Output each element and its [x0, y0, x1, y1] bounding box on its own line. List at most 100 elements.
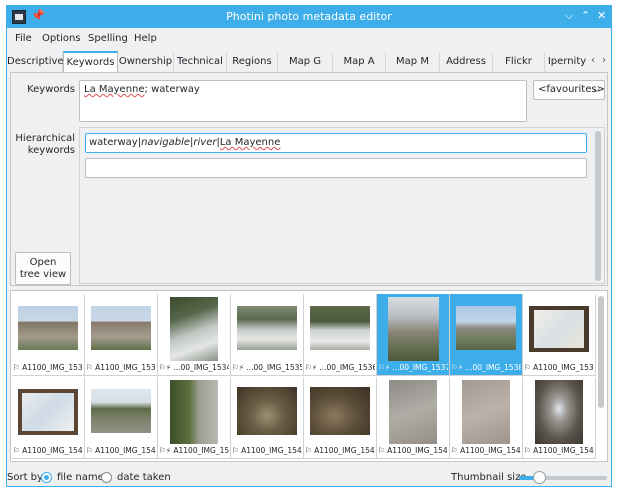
open-tree-view-button[interactable]: Open tree view — [15, 252, 71, 285]
thumbnail-size-label: Thumbnail size — [451, 472, 527, 483]
thumbnail-image — [456, 306, 516, 350]
title-bar[interactable]: 📌 Photini photo metadata editor ⌵ ⌃ ✕ — [7, 6, 611, 28]
tab-technical[interactable]: Technical — [174, 52, 227, 73]
menu-spelling[interactable]: Spelling — [88, 33, 128, 44]
keywords-input[interactable]: La Mayenne; waterway — [79, 80, 527, 122]
thumbnail[interactable]: ⚐⚡ ...00_IMG_1534 — [158, 294, 231, 376]
thumbnail-image — [535, 380, 583, 444]
tab-descriptive[interactable]: Descriptive — [7, 52, 64, 73]
minimize-icon[interactable]: ⌵ — [565, 9, 573, 23]
thumbnail-image — [389, 380, 437, 444]
tab-address[interactable]: Address — [440, 52, 493, 73]
thumbnail[interactable]: ⚐ A1100_IMG_1544 — [304, 377, 377, 459]
thumbnail-size-slider-handle[interactable] — [533, 471, 546, 484]
thumbnail[interactable]: ⚐⚡ A1100_IMG_1542 — [158, 377, 231, 459]
hierarchical-keywords-area: waterway|navigable|river|La Mayenne — [79, 127, 605, 284]
thumbnail-selected[interactable]: ⚐⚡ ...00_IMG_1538 — [450, 294, 523, 376]
thumbnail[interactable]: ⚐ A1100_IMG_1545 — [377, 377, 450, 459]
hierarchical-scrollbar[interactable] — [595, 131, 601, 281]
thumbnail-image — [237, 387, 297, 435]
thumbnail-caption: ⚐ A1100_IMG_1546 — [451, 446, 521, 455]
hk-part-river: river — [193, 137, 217, 148]
tab-scroll-right-icon[interactable]: › — [602, 55, 606, 66]
menu-file[interactable]: File — [15, 33, 32, 44]
hierarchical-label-2: keywords — [27, 145, 75, 156]
sort-date-taken-label[interactable]: date taken — [117, 472, 171, 483]
status-bar: Sort by file name date taken Thumbnail s… — [7, 466, 611, 488]
thumbnail[interactable]: ⚐⚡ ...00_IMG_1535 — [231, 294, 304, 376]
thumbnail-caption: ⚐ A1100_IMG_1541 — [86, 446, 156, 455]
hierarchical-keyword-input-1[interactable]: waterway|navigable|river|La Mayenne — [85, 133, 587, 153]
sort-date-taken-radio[interactable] — [101, 472, 112, 483]
thumbnail[interactable]: ⚐ A1100_IMG_1533 — [85, 294, 158, 376]
thumbnail[interactable]: ⚐ A1100_IMG_1539 — [523, 294, 596, 376]
thumbnail-caption: ⚐ A1100_IMG_1539 — [524, 363, 594, 372]
menu-help[interactable]: Help — [134, 33, 157, 44]
thumbnail-image — [18, 389, 78, 435]
hk-part-la-mayenne: La Mayenne — [219, 137, 281, 148]
main-window: 📌 Photini photo metadata editor ⌵ ⌃ ✕ Fi… — [6, 5, 612, 487]
thumbnail-image — [462, 380, 510, 444]
thumbnail-caption: ⚐ A1100_IMG_1532 — [13, 363, 83, 372]
thumbnail-caption: ⚐ A1100_IMG_1545 — [378, 446, 448, 455]
thumbnail[interactable]: ⚐ A1100_IMG_1532 — [12, 294, 85, 376]
thumbnail-caption: ⚐⚡ ...00_IMG_1534 — [159, 363, 229, 372]
open-tree-view-label-1: Open — [29, 257, 57, 268]
thumbnail-caption: ⚐⚡ A1100_IMG_1542 — [159, 446, 229, 455]
window-title: Photini photo metadata editor — [226, 10, 392, 23]
thumbnail-caption: ⚐ A1100_IMG_1540 — [13, 446, 83, 455]
thumbnail[interactable]: ⚐ A1100_IMG_1546 — [450, 377, 523, 459]
chevron-down-icon: ⌵ — [592, 84, 600, 95]
hk-part-navigable: navigable — [141, 137, 191, 148]
close-icon[interactable]: ✕ — [597, 9, 606, 22]
thumbnail-grid: ⚐ A1100_IMG_1532 ⚐ A1100_IMG_1533 ⚐⚡ ...… — [10, 290, 608, 462]
thumbnail-scrollbar[interactable] — [598, 296, 604, 408]
thumbnail[interactable]: ⚐ A1100_IMG_1541 — [85, 377, 158, 459]
sort-file-name-radio[interactable] — [41, 472, 52, 483]
tab-map-m[interactable]: Map M — [386, 52, 440, 73]
tab-flickr[interactable]: Flickr — [493, 52, 545, 73]
tab-map-a[interactable]: Map A — [333, 52, 386, 73]
thumbnail-caption: ⚐⚡ ...00_IMG_1536 — [305, 363, 375, 372]
thumbnail-caption: ⚐ A1100_IMG_1533 — [86, 363, 156, 372]
maximize-icon[interactable]: ⌃ — [581, 9, 590, 22]
keywords-label: Keywords — [27, 84, 75, 95]
thumbnail-image — [388, 297, 439, 361]
thumbnail-image — [310, 306, 370, 350]
thumbnail-image — [18, 306, 78, 350]
tab-ownership[interactable]: Ownership — [118, 52, 174, 73]
tab-regions[interactable]: Regions — [227, 52, 278, 73]
thumbnail[interactable]: ⚐ A1100_IMG_1543 — [231, 377, 304, 459]
thumbnail-caption: ⚐⚡ ...00_IMG_1537 — [378, 363, 448, 372]
menu-bar: File Options Spelling Help — [7, 28, 611, 50]
menu-options[interactable]: Options — [42, 33, 81, 44]
thumbnail[interactable]: ⚐⚡ ...00_IMG_1536 — [304, 294, 377, 376]
hierarchical-keyword-input-2[interactable] — [85, 158, 587, 178]
thumbnail-selected[interactable]: ⚐⚡ ...00_IMG_1537 — [377, 294, 450, 376]
hk-part-waterway: waterway — [89, 137, 138, 148]
thumbnail-image — [91, 306, 151, 350]
tab-bar: Descriptive Keywords Ownership Technical… — [7, 50, 611, 73]
tab-scroll-left-icon[interactable]: ‹ — [591, 55, 595, 66]
thumbnail-caption: ⚐ A1100_IMG_1543 — [232, 446, 302, 455]
open-tree-view-label-2: tree view — [19, 269, 67, 280]
tab-ipernity[interactable]: Ipernity — [545, 52, 589, 73]
hierarchical-label-1: Hierarchical — [15, 133, 75, 144]
favourites-dropdown[interactable]: <favourites> ⌵ — [533, 80, 605, 100]
thumbnail-image — [170, 297, 218, 361]
thumbnail[interactable]: ⚐ A1100_IMG_1547 — [523, 377, 596, 459]
keyword-la-mayenne: La Mayenne — [84, 84, 145, 95]
keywords-panel: Keywords La Mayenne; waterway <favourite… — [10, 72, 608, 286]
thumbnail-caption: ⚐⚡ ...00_IMG_1535 — [232, 363, 302, 372]
thumbnail-image — [310, 387, 370, 435]
thumbnail-caption: ⚐ A1100_IMG_1544 — [305, 446, 375, 455]
tab-keywords[interactable]: Keywords — [63, 51, 118, 73]
thumbnail-image — [170, 380, 218, 444]
tab-map-g[interactable]: Map G — [278, 52, 333, 73]
thumbnail-image — [91, 389, 151, 433]
thumbnail-image — [237, 306, 297, 350]
keyword-rest: ; waterway — [144, 84, 200, 95]
thumbnail[interactable]: ⚐ A1100_IMG_1540 — [12, 377, 85, 459]
sort-file-name-label[interactable]: file name — [57, 472, 104, 483]
sort-by-label: Sort by — [7, 472, 43, 483]
